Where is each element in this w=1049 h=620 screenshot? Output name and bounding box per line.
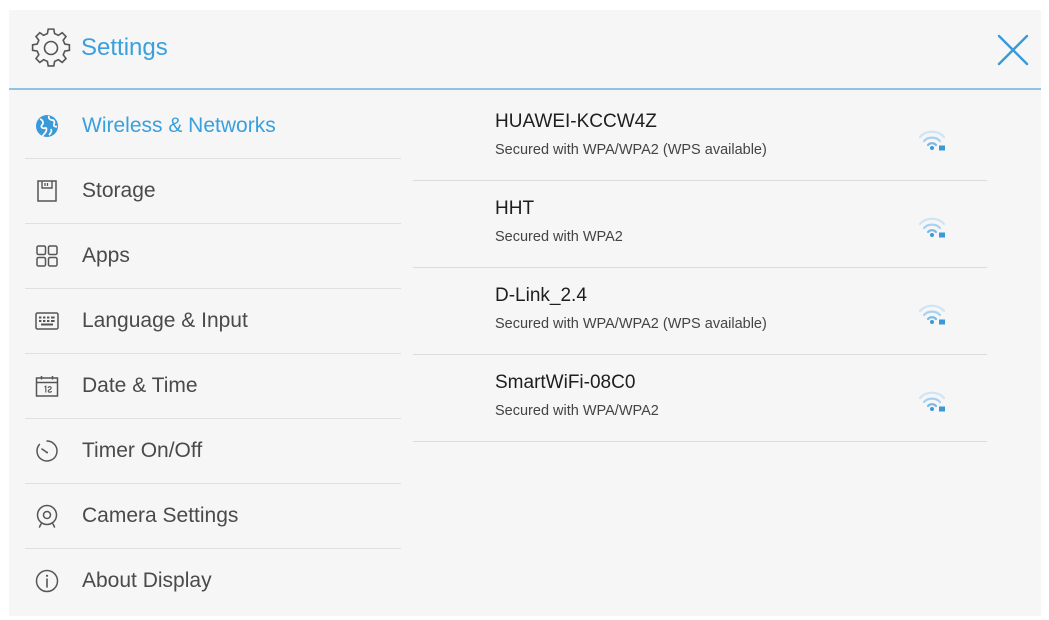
sidebar-item-label: Language & Input <box>82 309 248 332</box>
globe-icon <box>36 115 58 137</box>
network-security: Secured with WPA/WPA2 (WPS available) <box>495 142 767 158</box>
sidebar-item-timer[interactable]: Timer On/Off <box>25 419 401 484</box>
sidebar-item-about-display[interactable]: About Display <box>25 549 401 614</box>
wifi-network-item[interactable]: HHT Secured with WPA2 <box>413 181 987 268</box>
sidebar-item-label: Camera Settings <box>82 504 239 527</box>
sidebar-item-label: Date & Time <box>82 374 198 397</box>
sd-card-icon <box>37 180 57 202</box>
sidebar-item-apps[interactable]: Apps <box>25 224 401 289</box>
wifi-network-item[interactable]: HUAWEI-KCCW4Z Secured with WPA/WPA2 (WPS… <box>413 94 987 181</box>
sidebar-item-camera[interactable]: Camera Settings <box>25 484 401 549</box>
settings-header: Settings <box>9 10 1041 90</box>
wifi-network-item[interactable]: SmartWiFi-08C0 Secured with WPA/WPA2 <box>413 355 987 442</box>
sidebar-item-label: About Display <box>82 569 212 592</box>
settings-window: Settings Wireless & Networks Storage App… <box>9 10 1041 616</box>
network-ssid: D-Link_2.4 <box>495 285 587 306</box>
apps-grid-icon <box>36 245 58 267</box>
sidebar-item-label: Timer On/Off <box>82 439 203 462</box>
close-icon <box>997 34 1029 66</box>
wifi-secured-icon <box>918 304 946 325</box>
wifi-secured-icon <box>918 130 946 151</box>
network-security: Secured with WPA/WPA2 (WPS available) <box>495 316 767 332</box>
timer-icon <box>36 440 58 462</box>
network-ssid: HUAWEI-KCCW4Z <box>495 111 657 132</box>
sidebar-item-wireless-networks[interactable]: Wireless & Networks <box>25 94 401 159</box>
sidebar-item-storage[interactable]: Storage <box>25 159 401 224</box>
calendar-icon <box>35 376 59 397</box>
sidebar-item-label: Wireless & Networks <box>82 114 276 137</box>
wifi-secured-icon <box>918 217 946 238</box>
network-security: Secured with WPA/WPA2 <box>495 403 659 419</box>
settings-sidebar: Wireless & Networks Storage Apps Languag… <box>25 94 401 614</box>
sidebar-item-label: Apps <box>82 244 130 267</box>
close-button[interactable] <box>993 30 1033 70</box>
keyboard-icon <box>35 312 59 330</box>
network-ssid: SmartWiFi-08C0 <box>495 372 636 393</box>
network-security: Secured with WPA2 <box>495 229 623 245</box>
wifi-network-list: HUAWEI-KCCW4Z Secured with WPA/WPA2 (WPS… <box>413 94 987 442</box>
wifi-secured-icon <box>918 391 946 412</box>
sidebar-item-language-input[interactable]: Language & Input <box>25 289 401 354</box>
camera-icon <box>36 504 58 528</box>
info-icon <box>35 569 59 593</box>
gear-icon <box>31 28 71 67</box>
page-title: Settings <box>81 34 168 61</box>
sidebar-item-date-time[interactable]: Date & Time <box>25 354 401 419</box>
network-ssid: HHT <box>495 198 535 219</box>
sidebar-item-label: Storage <box>82 179 156 202</box>
wifi-network-item[interactable]: D-Link_2.4 Secured with WPA/WPA2 (WPS av… <box>413 268 987 355</box>
